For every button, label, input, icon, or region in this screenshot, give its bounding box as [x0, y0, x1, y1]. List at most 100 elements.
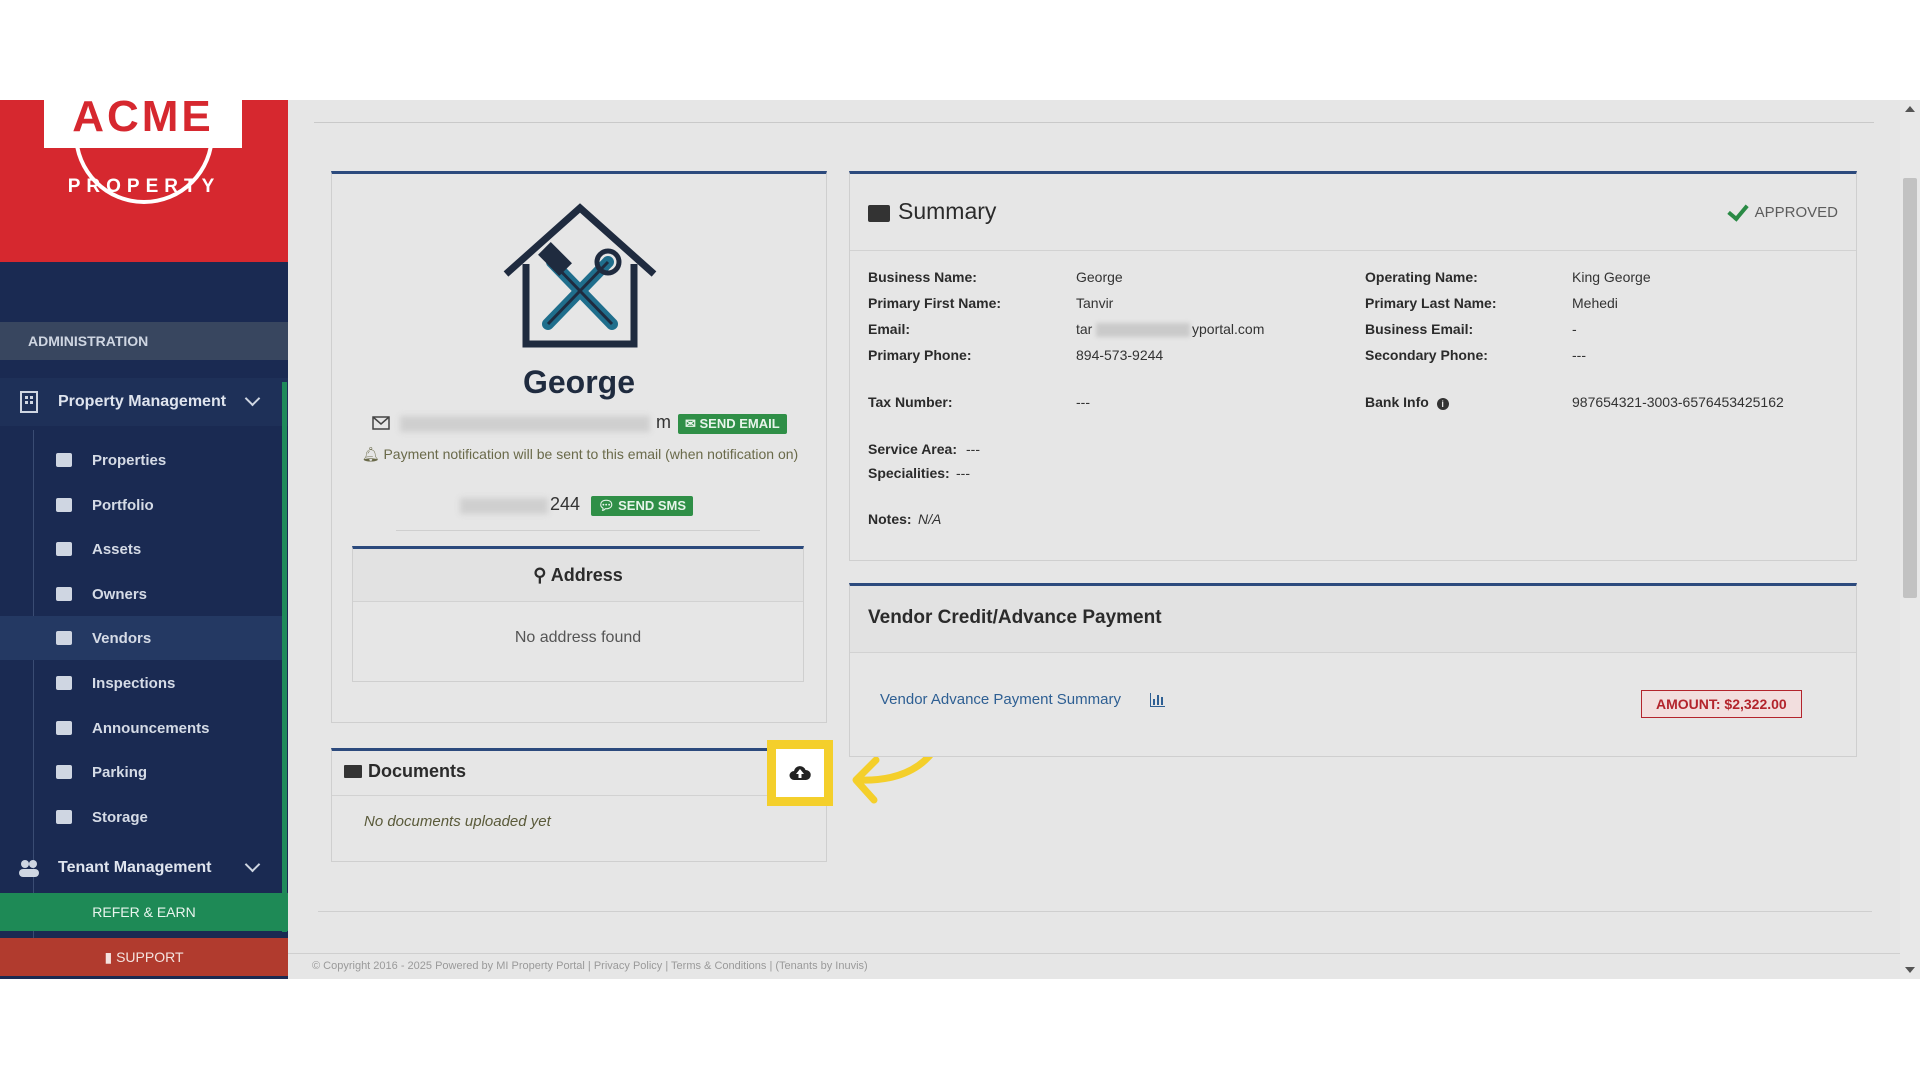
- email-value-start: tar: [1076, 321, 1093, 337]
- map-marker-icon: ⚲: [533, 565, 551, 585]
- refer-earn-button[interactable]: REFER & EARN: [0, 893, 288, 931]
- search-icon: [56, 676, 72, 690]
- sidebar-item-label: Parking: [92, 763, 148, 781]
- operating-name-value: King George: [1572, 269, 1651, 285]
- send-sms-button[interactable]: 💬︎ SEND SMS: [591, 496, 694, 516]
- email-tail: m: [656, 412, 671, 432]
- sidebar-item-parking[interactable]: Parking: [0, 750, 282, 794]
- folder-open-icon: [344, 765, 362, 778]
- sidebar-item-storage[interactable]: Storage: [0, 795, 282, 839]
- bank-info-value: 987654321-3003-6576453425162: [1572, 394, 1784, 410]
- bank-info-label: Bank Info i: [1365, 394, 1449, 410]
- vendor-credit-header: Vendor Credit/Advance Payment: [850, 586, 1856, 653]
- divider: [314, 122, 1874, 123]
- bank-info-text: Bank Info: [1365, 394, 1429, 410]
- scroll-up-icon[interactable]: [1905, 106, 1915, 112]
- check-icon: [1727, 199, 1749, 222]
- tax-number-value: ---: [1076, 394, 1090, 410]
- chevron-down-icon: [244, 856, 261, 873]
- scrollbar-thumb[interactable]: [1903, 178, 1917, 598]
- summary-header: Summary APPROVED: [850, 174, 1856, 251]
- sidebar-item-properties[interactable]: Properties: [0, 438, 282, 482]
- sidebar: ACME PROPERTY ADMINISTRATION Property Ma…: [0, 100, 288, 979]
- tax-number-label: Tax Number:: [868, 394, 953, 410]
- page-scrollbar[interactable]: [1900, 100, 1920, 979]
- secondary-phone-value: ---: [1572, 347, 1586, 363]
- users-icon: [19, 860, 39, 877]
- service-area-value: ---: [966, 441, 980, 457]
- envelope-icon: [372, 416, 390, 430]
- email-value-end: yportal.com: [1192, 321, 1265, 337]
- scroll-down-icon[interactable]: [1905, 967, 1915, 973]
- specialities-label: Specialities:: [868, 465, 950, 481]
- sidebar-item-label: Assets: [92, 540, 142, 558]
- support-button[interactable]: ▮ SUPPORT: [0, 938, 288, 976]
- sidebar-item-label: Portfolio: [92, 496, 154, 514]
- megaphone-icon: [56, 721, 72, 735]
- divider: [318, 911, 1872, 912]
- address-panel: ⚲ Address No address found: [352, 546, 804, 682]
- sidebar-item-assets[interactable]: Assets: [0, 527, 282, 571]
- chat-icon: 💬︎: [598, 498, 619, 513]
- vendor-house-tools-icon: [503, 203, 657, 348]
- business-name-value: George: [1076, 269, 1123, 285]
- sidebar-item-owners[interactable]: Owners: [0, 572, 282, 616]
- primary-first-name-label: Primary First Name:: [868, 295, 1002, 311]
- vendor-advance-payment-summary-link[interactable]: Vendor Advance Payment Summary: [880, 691, 1121, 708]
- envelope-icon: ✉: [685, 416, 700, 431]
- administration-label: ADMINISTRATION: [0, 322, 288, 360]
- redacted-phone: [460, 498, 548, 514]
- sidebar-section-property-management[interactable]: Property Management: [0, 378, 288, 426]
- vendor-credit-panel: Vendor Credit/Advance Payment Vendor Adv…: [849, 583, 1857, 757]
- upload-document-button[interactable]: [767, 740, 833, 806]
- email-label: Email:: [868, 321, 911, 337]
- vendor-name: George: [522, 364, 636, 400]
- notes-label: Notes:: [868, 511, 912, 527]
- primary-first-name-value: Tanvir: [1076, 295, 1114, 311]
- cloud-upload-icon: [789, 766, 811, 780]
- book-icon: ▮: [104, 949, 117, 965]
- home-icon: [56, 453, 72, 467]
- documents-panel: Documents No documents uploaded yet: [331, 748, 827, 862]
- info-circle-icon[interactable]: i: [1436, 398, 1449, 410]
- sidebar-item-announcements[interactable]: Announcements: [0, 706, 282, 750]
- business-email-label: Business Email:: [1365, 321, 1474, 337]
- phone-tail: 244: [550, 494, 581, 514]
- primary-last-name-value: Mehedi: [1572, 295, 1618, 311]
- building-icon: [20, 391, 38, 413]
- sidebar-item-label: Announcements: [92, 719, 210, 737]
- sidebar-item-vendors[interactable]: Vendors: [0, 616, 282, 660]
- upload-button-face[interactable]: [776, 749, 824, 797]
- vendor-profile-panel: George m ✉ SEND EMAIL 🔔︎ Payment notific…: [331, 171, 827, 723]
- send-email-label: SEND EMAIL: [699, 416, 780, 431]
- briefcase-icon: [56, 631, 72, 645]
- notes-value: N/A: [918, 511, 942, 527]
- bar-chart-icon: [1150, 693, 1165, 707]
- sidebar-section-label: Property Management: [58, 393, 227, 410]
- amount-badge: AMOUNT: $2,322.00: [1641, 690, 1802, 718]
- footer-text: © Copyright 2016 - 2025 Powered by MI Pr…: [312, 960, 868, 972]
- primary-last-name-label: Primary Last Name:: [1365, 295, 1497, 311]
- user-icon: [56, 587, 72, 601]
- brand-logo[interactable]: ACME PROPERTY: [0, 100, 288, 262]
- sidebar-item-inspections[interactable]: Inspections: [0, 661, 282, 705]
- business-email-value: -: [1572, 321, 1577, 337]
- send-email-button[interactable]: ✉ SEND EMAIL: [678, 414, 787, 434]
- redacted-email: [400, 416, 650, 432]
- email-row: m ✉ SEND EMAIL: [372, 412, 792, 436]
- car-icon: [56, 765, 72, 779]
- divider: [396, 530, 760, 531]
- secondary-phone-label: Secondary Phone:: [1365, 347, 1488, 363]
- primary-phone-value: 894-573-9244: [1076, 347, 1164, 363]
- sidebar-item-label: Storage: [92, 808, 148, 826]
- notification-text: Payment notification will be sent to thi…: [383, 446, 799, 462]
- briefcase-icon: [868, 205, 890, 222]
- logo-subtitle: PROPERTY: [67, 176, 221, 197]
- app-frame: ACME PROPERTY ADMINISTRATION Property Ma…: [0, 100, 1920, 979]
- status-badge: APPROVED: [1754, 204, 1838, 221]
- sidebar-item-portfolio[interactable]: Portfolio: [0, 483, 282, 527]
- sidebar-section-tenant-management-row[interactable]: Tenant Management: [0, 844, 288, 892]
- operating-name-label: Operating Name:: [1365, 269, 1478, 285]
- building-icon: [56, 498, 72, 512]
- service-area-label: Service Area:: [868, 441, 957, 457]
